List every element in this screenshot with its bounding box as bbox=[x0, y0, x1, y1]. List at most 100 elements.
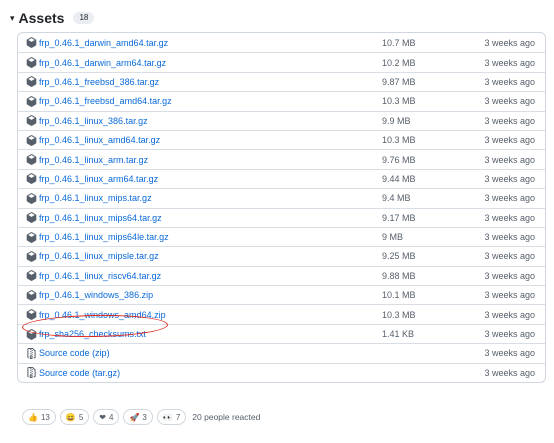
package-icon bbox=[26, 115, 37, 127]
asset-row: frp_0.46.1_linux_mips.tar.gz 9.4 MB 3 week… bbox=[18, 188, 545, 207]
asset-link[interactable]: frp_0.46.1_linux_mipsle.tar.gz bbox=[18, 251, 382, 262]
asset-link[interactable]: Source code (zip) bbox=[18, 347, 382, 359]
asset-link[interactable]: frp_0.46.1_linux_riscv64.tar.gz bbox=[18, 270, 382, 282]
asset-date: 3 weeks ago bbox=[484, 251, 535, 262]
reaction-heart-button[interactable]: ❤ 4 bbox=[93, 409, 120, 425]
asset-row: frp_0.46.1_linux_386.tar.gz 9.9 MB 3 weeks… bbox=[18, 110, 545, 130]
asset-size: 9.9 MB bbox=[382, 115, 411, 126]
reaction-count: 4 bbox=[109, 412, 114, 422]
asset-size: 10.7 MB bbox=[382, 37, 416, 48]
asset-suffix: (tar.gz) bbox=[92, 367, 121, 378]
asset-link[interactable]: frp_sha256_checksums.txt bbox=[18, 328, 382, 340]
asset-name: frp_0.46.1_linux_mips64.tar.gz bbox=[39, 212, 162, 223]
reaction-count: 13 bbox=[40, 412, 50, 422]
reaction-thumbs-up-button[interactable]: 👍 13 bbox=[22, 409, 56, 425]
asset-link[interactable]: frp_0.46.1_linux_mips64le.tar.gz bbox=[18, 231, 382, 243]
rocket-icon: 🚀 bbox=[129, 412, 140, 422]
asset-row: frp_0.46.1_windows_amd64.zip 10.3 MB 3 wee… bbox=[18, 304, 545, 323]
asset-date: 3 weeks ago bbox=[484, 193, 535, 204]
asset-row: frp_0.46.1_linux_mips64le.tar.gz 9 MB 3 we… bbox=[18, 226, 545, 246]
asset-size: 9 MB bbox=[382, 232, 404, 243]
asset-size: 10.3 MB bbox=[382, 96, 416, 107]
asset-row: Source code (zip) 3 weeks ago bbox=[18, 343, 545, 362]
asset-date: 3 weeks ago bbox=[484, 212, 535, 223]
reactions-summary: 20 people reacted bbox=[192, 412, 261, 422]
asset-name: frp_0.46.1_windows_386.zip bbox=[39, 290, 154, 301]
package-icon bbox=[26, 212, 37, 224]
asset-size: 9.44 MB bbox=[382, 173, 416, 184]
asset-date: 3 weeks ago bbox=[484, 367, 535, 378]
asset-link[interactable]: frp_0.46.1_linux_mips64.tar.gz bbox=[18, 212, 382, 224]
package-icon bbox=[26, 57, 37, 68]
reaction-eyes-button[interactable]: 👀 7 bbox=[156, 409, 187, 425]
chevron-down-icon[interactable]: ▾ bbox=[10, 13, 15, 23]
asset-date: 3 weeks ago bbox=[484, 37, 535, 48]
asset-size: 9.88 MB bbox=[382, 270, 416, 281]
package-icon bbox=[26, 251, 37, 262]
asset-row: frp_0.46.1_linux_arm.tar.gz 9.76 MB 3 week… bbox=[18, 149, 545, 168]
assets-header[interactable]: ▾ Assets 18 bbox=[10, 10, 95, 26]
asset-row: frp_0.46.1_linux_riscv64.tar.gz 9.88 MB 3 … bbox=[18, 265, 545, 285]
asset-date: 3 weeks ago bbox=[484, 115, 535, 126]
reaction-count: 7 bbox=[175, 412, 181, 422]
asset-row: frp_sha256_checksums.txt 1.41 KB 3 weeks a… bbox=[18, 323, 545, 343]
asset-name: frp_0.46.1_linux_mips.tar.gz bbox=[39, 193, 152, 204]
package-icon bbox=[26, 309, 37, 321]
package-icon bbox=[26, 154, 37, 165]
heart-icon: ❤ bbox=[99, 412, 106, 422]
asset-name: frp_0.46.1_linux_mips64le.tar.gz bbox=[39, 232, 169, 243]
package-icon bbox=[26, 37, 37, 49]
reaction-count: 5 bbox=[78, 412, 84, 422]
asset-name: frp_0.46.1_freebsd_386.tar.gz bbox=[39, 76, 160, 87]
package-icon bbox=[26, 231, 37, 243]
asset-link[interactable]: frp_0.46.1_linux_amd64.tar.gz bbox=[18, 134, 382, 146]
asset-date: 3 weeks ago bbox=[484, 329, 535, 340]
asset-size: 9.87 MB bbox=[382, 76, 416, 87]
asset-name: frp_0.46.1_linux_riscv64.tar.gz bbox=[39, 270, 162, 281]
thumbs-up-icon: 👍 bbox=[28, 412, 38, 422]
asset-size: 10.2 MB bbox=[382, 57, 416, 68]
asset-name: frp_sha256_checksums.txt bbox=[39, 329, 147, 340]
asset-size: 9.4 MB bbox=[382, 193, 411, 204]
asset-name: Source code bbox=[39, 367, 90, 378]
asset-date: 3 weeks ago bbox=[484, 309, 535, 320]
asset-link[interactable]: frp_0.46.1_linux_arm64.tar.gz bbox=[18, 173, 382, 185]
asset-link[interactable]: frp_0.46.1_freebsd_amd64.tar.gz bbox=[18, 95, 382, 107]
asset-name: frp_0.46.1_freebsd_amd64.tar.gz bbox=[39, 96, 172, 107]
asset-link[interactable]: frp_0.46.1_darwin_amd64.tar.gz bbox=[18, 37, 382, 49]
asset-link[interactable]: frp_0.46.1_windows_386.zip bbox=[18, 289, 382, 301]
asset-row: frp_0.46.1_darwin_amd64.tar.gz 10.7 MB 3 w… bbox=[18, 33, 545, 52]
asset-link[interactable]: frp_0.46.1_linux_arm.tar.gz bbox=[18, 154, 382, 165]
asset-name: frp_0.46.1_darwin_arm64.tar.gz bbox=[39, 57, 167, 68]
asset-size: 9.17 MB bbox=[382, 212, 416, 223]
assets-list: frp_0.46.1_darwin_amd64.tar.gz 10.7 MB 3 w… bbox=[17, 32, 546, 384]
asset-date: 3 weeks ago bbox=[484, 232, 535, 243]
asset-size: 10.3 MB bbox=[382, 135, 416, 146]
reaction-smile-button[interactable]: 😄 5 bbox=[59, 409, 90, 425]
asset-link[interactable]: frp_0.46.1_windows_amd64.zip bbox=[18, 309, 382, 321]
file-zip-icon bbox=[26, 367, 37, 379]
asset-date: 3 weeks ago bbox=[484, 270, 535, 281]
asset-date: 3 weeks ago bbox=[484, 348, 535, 359]
package-icon bbox=[26, 270, 37, 282]
asset-size: 10.3 MB bbox=[382, 309, 416, 320]
asset-link[interactable]: frp_0.46.1_linux_386.tar.gz bbox=[18, 115, 382, 127]
file-zip-icon bbox=[26, 347, 37, 359]
reaction-count: 3 bbox=[142, 412, 147, 422]
package-icon bbox=[26, 289, 37, 301]
asset-name: frp_0.46.1_linux_arm.tar.gz bbox=[39, 154, 149, 165]
package-icon bbox=[26, 134, 37, 146]
asset-date: 3 weeks ago bbox=[484, 290, 535, 301]
asset-row: frp_0.46.1_darwin_arm64.tar.gz 10.2 MB 3 w… bbox=[18, 52, 545, 71]
asset-link[interactable]: Source code (tar.gz) bbox=[18, 367, 382, 379]
asset-size: 10.1 MB bbox=[382, 290, 416, 301]
asset-link[interactable]: frp_0.46.1_darwin_arm64.tar.gz bbox=[18, 57, 382, 68]
asset-suffix: (zip) bbox=[92, 348, 110, 359]
asset-link[interactable]: frp_0.46.1_linux_mips.tar.gz bbox=[18, 192, 382, 204]
package-icon bbox=[26, 173, 37, 185]
asset-name: frp_0.46.1_linux_386.tar.gz bbox=[39, 115, 148, 126]
asset-link[interactable]: frp_0.46.1_freebsd_386.tar.gz bbox=[18, 76, 382, 88]
reaction-rocket-button[interactable]: 🚀 3 bbox=[123, 409, 153, 425]
asset-size: 9.76 MB bbox=[382, 154, 416, 165]
asset-date: 3 weeks ago bbox=[484, 96, 535, 107]
